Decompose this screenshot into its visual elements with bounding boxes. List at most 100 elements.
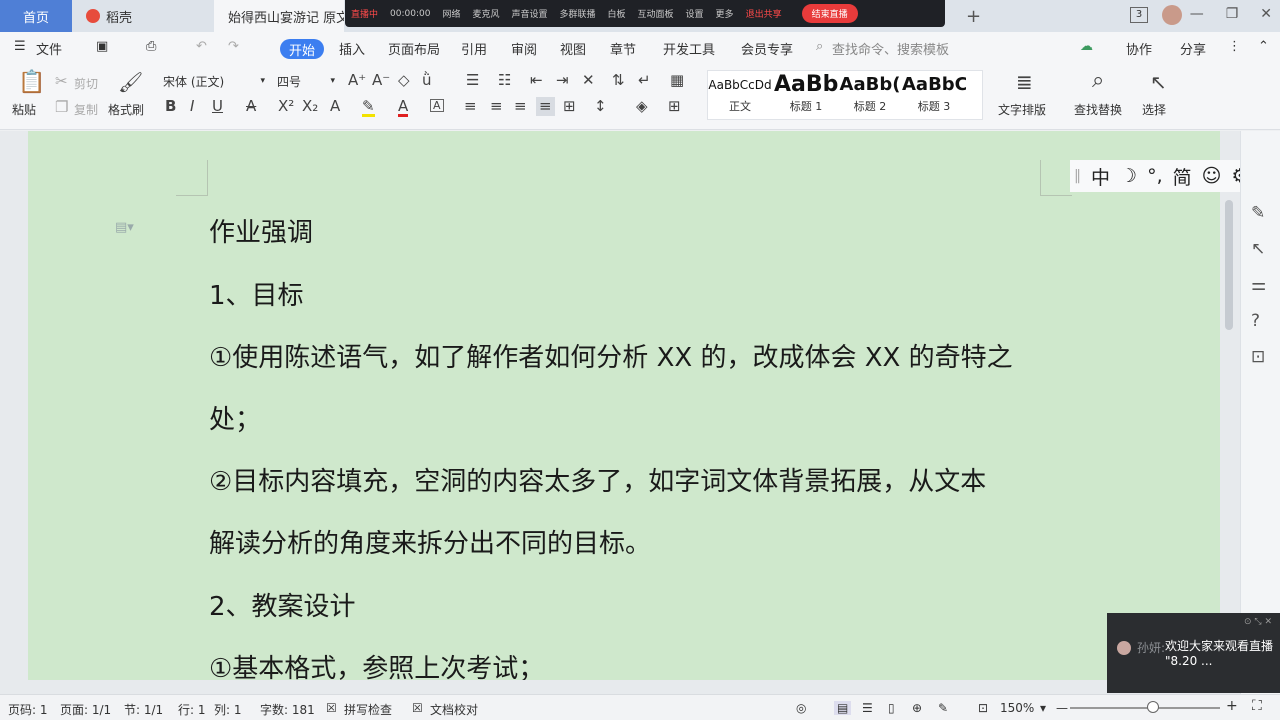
live-item-whiteboard[interactable]: 白板 [608, 7, 626, 20]
font-color-icon[interactable]: A [398, 99, 409, 117]
status-section[interactable]: 节: 1/1 [124, 701, 163, 718]
tab-document[interactable]: 始得西山宴游记 原文 [214, 0, 344, 32]
moon-icon[interactable]: ☽ [1120, 165, 1137, 187]
edit-pen-icon[interactable]: ✎ [1251, 203, 1265, 223]
font-name-select[interactable]: 宋体 (正文) ▾ [158, 70, 270, 92]
horizontal-scrollbar[interactable] [0, 680, 1240, 694]
decrease-indent-icon[interactable]: ⇤ [530, 73, 543, 88]
align-right-icon[interactable]: ≡ [514, 99, 527, 114]
bold-icon[interactable]: B [165, 99, 176, 114]
clear-format-icon[interactable]: ◇ [398, 73, 410, 88]
live-item-network[interactable]: 网络 [442, 7, 460, 20]
style-normal[interactable]: AaBbCcDd 正文 [708, 72, 772, 116]
spell-check-icon[interactable]: ☒ [326, 701, 337, 715]
close-icon[interactable]: ✕ [1260, 6, 1272, 22]
paste-icon[interactable]: 📋 [18, 72, 45, 94]
live-item-multicast[interactable]: 多群联播 [559, 7, 595, 20]
collapse-ribbon-icon[interactable]: ⌃ [1258, 39, 1269, 54]
zoom-dropdown-icon[interactable]: ▾ [1040, 701, 1046, 715]
live-item-settings[interactable]: 设置 [686, 7, 704, 20]
menu-developer[interactable]: 开发工具 [663, 39, 715, 58]
style-heading-3[interactable]: AaBbC 标题 3 [902, 72, 966, 116]
fit-page-icon[interactable]: ⊡ [978, 701, 988, 715]
menu-chapter[interactable]: 章节 [610, 39, 636, 58]
spell-check-button[interactable]: 拼写检查 [344, 701, 392, 718]
write-mode-icon[interactable]: ✎ [938, 701, 948, 715]
select-button[interactable]: 选择 [1142, 101, 1166, 118]
share-doc-icon[interactable]: ⊡ [1251, 347, 1265, 367]
menu-review[interactable]: 审阅 [511, 39, 537, 58]
menu-file[interactable]: 文件 [36, 39, 62, 58]
find-replace-button[interactable]: 查找替换 [1074, 101, 1122, 118]
web-view-icon[interactable]: ⊕ [912, 701, 922, 715]
window-count-badge[interactable]: 3 [1130, 7, 1148, 23]
menu-insert[interactable]: 插入 [339, 39, 365, 58]
shrink-font-icon[interactable]: A⁻ [372, 73, 390, 88]
ime-punctuation-toggle[interactable]: °, [1147, 165, 1163, 187]
menu-collab[interactable]: 协作 [1126, 39, 1152, 58]
reading-view-icon[interactable]: ▯ [888, 701, 895, 715]
zoom-slider-knob[interactable] [1147, 701, 1159, 713]
save-icon[interactable]: ▣ [96, 39, 108, 54]
menu-home-active[interactable]: 开始 [280, 39, 324, 59]
show-marks-icon[interactable]: ↵ [638, 73, 651, 88]
text-layout-button[interactable]: 文字排版 [998, 101, 1046, 118]
copy-button[interactable]: 复制 [74, 101, 98, 118]
align-left-icon[interactable]: ≡ [464, 99, 477, 114]
page-view-icon[interactable]: ▤ [834, 701, 852, 715]
distributed-icon[interactable]: ⊞ [563, 99, 576, 114]
end-live-button[interactable]: 结束直播 [801, 4, 858, 23]
superscript-icon[interactable]: X² [278, 99, 294, 114]
zoom-level[interactable]: 150% [1000, 701, 1034, 715]
menu-share[interactable]: 分享 [1180, 39, 1206, 58]
ime-simplified-toggle[interactable]: 简 [1173, 163, 1192, 190]
ime-language-toggle[interactable]: 中 [1091, 163, 1110, 190]
bullet-list-icon[interactable]: ☰ [466, 73, 479, 88]
style-heading-2[interactable]: AaBb( 标题 2 [838, 72, 902, 116]
command-search[interactable]: 查找命令、搜索模板 [832, 39, 949, 58]
proofread-button[interactable]: 文档校对 [430, 701, 478, 718]
minimize-icon[interactable]: — [1190, 6, 1204, 22]
grow-font-icon[interactable]: A⁺ [348, 73, 366, 88]
underline-icon[interactable]: U [212, 99, 223, 114]
justify-icon[interactable]: ≡ [536, 97, 555, 116]
paragraph-handle-icon[interactable]: ▤▾ [115, 220, 134, 235]
eye-protection-icon[interactable]: ◎ [796, 701, 806, 715]
text-layout-icon[interactable]: ≣ [1016, 72, 1033, 92]
live-item-more[interactable]: 更多 [716, 7, 734, 20]
status-page[interactable]: 页面: 1/1 [60, 701, 111, 718]
user-avatar[interactable] [1162, 5, 1182, 25]
status-word-count[interactable]: 字数: 181 [260, 701, 315, 718]
scrollbar-thumb[interactable] [1225, 200, 1233, 330]
new-tab-icon[interactable]: + [966, 6, 981, 27]
select-cursor-icon[interactable]: ↖ [1150, 72, 1167, 92]
find-replace-icon[interactable]: ⌕ [1092, 70, 1104, 92]
scissors-icon[interactable]: ✂ [55, 74, 68, 89]
menu-view[interactable]: 视图 [560, 39, 586, 58]
redo-icon[interactable]: ↷ [228, 39, 239, 54]
style-heading-1[interactable]: AaBb 标题 1 [774, 72, 838, 116]
sliders-icon[interactable]: ⚌ [1251, 275, 1266, 295]
more-icon[interactable]: ⋮ [1228, 39, 1241, 54]
highlight-icon[interactable]: ✎ [362, 99, 375, 117]
strikethrough-icon[interactable]: A [246, 99, 256, 114]
proofread-icon[interactable]: ☒ [412, 701, 423, 715]
char-border-icon[interactable]: A [430, 99, 444, 112]
emoji-icon[interactable]: ☺ [1202, 165, 1222, 187]
table-tools-icon[interactable]: ▦ [670, 73, 684, 88]
vertical-scrollbar[interactable] [1222, 196, 1236, 616]
increase-indent-icon[interactable]: ⇥ [556, 73, 569, 88]
ime-drag-handle[interactable]: ‖ [1074, 168, 1081, 184]
zoom-slider[interactable] [1070, 707, 1220, 709]
line-spacing-icon[interactable]: ↕ [594, 99, 607, 114]
menu-page-layout[interactable]: 页面布局 [388, 39, 440, 58]
font-size-select[interactable]: 四号 ▾ [272, 70, 340, 92]
format-painter-button[interactable]: 格式刷 [108, 101, 144, 118]
cut-button[interactable]: 剪切 [74, 75, 98, 92]
tab-home[interactable]: 首页 [0, 0, 72, 32]
format-painter-icon[interactable]: 🖌 [118, 72, 143, 92]
zoom-out-icon[interactable]: — [1056, 701, 1068, 715]
phonetic-icon[interactable]: ǜ [422, 73, 432, 88]
text-effect-icon[interactable]: A [330, 99, 340, 114]
hamburger-icon[interactable]: ☰ [14, 39, 26, 54]
